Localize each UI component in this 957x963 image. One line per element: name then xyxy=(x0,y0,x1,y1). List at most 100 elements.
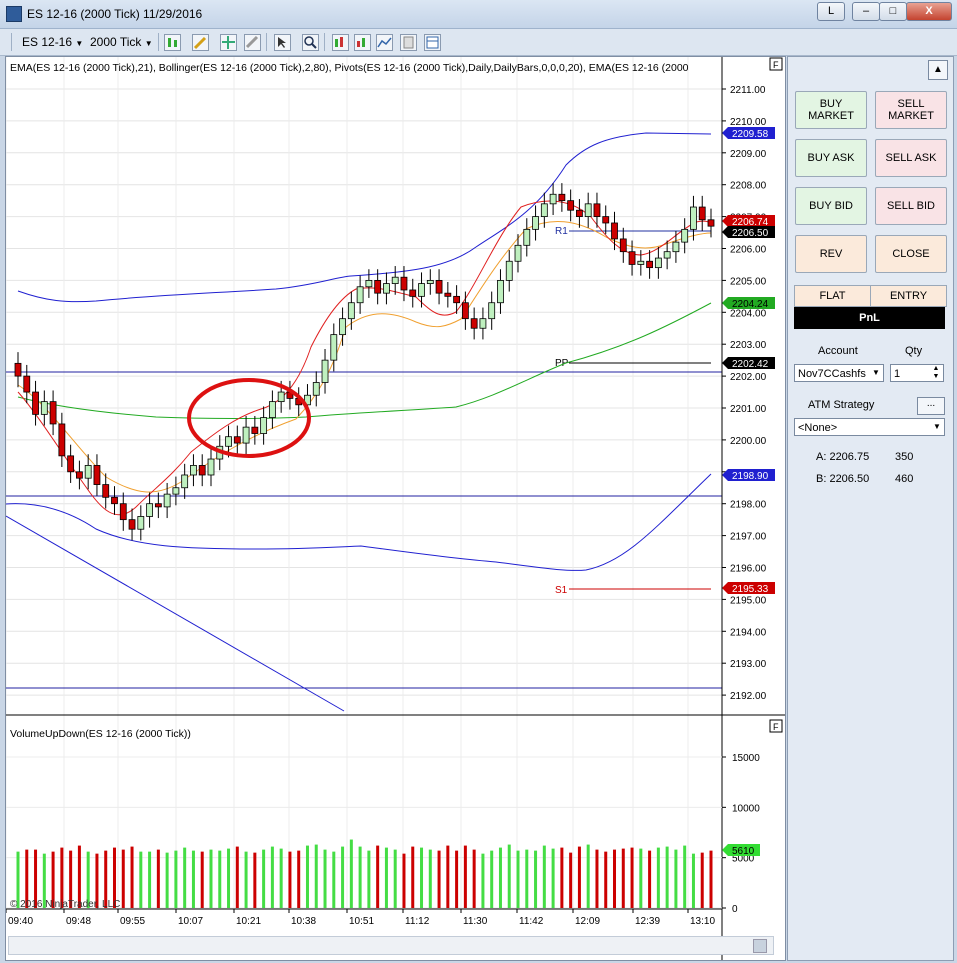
candle-body xyxy=(470,318,478,329)
volume-bar xyxy=(551,848,555,908)
buy-bid-button[interactable]: BUY BID xyxy=(795,187,867,225)
candle-body xyxy=(637,260,645,265)
candle-body xyxy=(84,465,92,479)
volume-bar xyxy=(358,846,362,908)
volume-bar xyxy=(525,849,529,908)
candle-body xyxy=(646,260,653,269)
chart-area[interactable]: 2211.002210.002209.002208.002207.002206.… xyxy=(5,56,786,961)
candle-body xyxy=(453,295,461,304)
toolbar-grip xyxy=(11,33,12,51)
candle-body xyxy=(356,286,364,304)
price-marker-upper-band: 2209.58 xyxy=(722,127,775,140)
indicators-icon[interactable] xyxy=(332,34,349,51)
candle-body xyxy=(505,260,513,281)
toolbar-separator xyxy=(266,33,267,51)
volume-bar xyxy=(367,850,371,908)
volume-tick-label: 0 xyxy=(732,904,738,915)
buy-ask-button[interactable]: BUY ASK xyxy=(795,139,867,177)
candle-body xyxy=(435,279,443,294)
panel-options-button[interactable]: F xyxy=(769,57,783,71)
price-tick-label: 2201.00 xyxy=(730,404,767,415)
volume-bar xyxy=(428,849,432,908)
volume-indicator-label: VolumeUpDown(ES 12-16 (2000 Tick)) xyxy=(10,728,191,740)
time-tick-label: 11:30 xyxy=(463,916,488,927)
quantity-stepper[interactable]: 1 ▲ ▼ xyxy=(890,364,944,382)
svg-text:5610: 5610 xyxy=(732,846,755,857)
data-box-icon[interactable] xyxy=(400,34,417,51)
candle-body xyxy=(67,455,75,473)
crosshair-icon[interactable] xyxy=(220,34,237,51)
volume-bar xyxy=(349,839,353,908)
candle-body xyxy=(32,391,39,415)
period-selector[interactable]: 2000 Tick ▼ xyxy=(90,33,153,51)
position-header: FLAT ENTRY xyxy=(794,285,947,307)
candle-body xyxy=(400,276,408,291)
candle-body xyxy=(76,471,83,479)
sell-bid-button[interactable]: SELL BID xyxy=(875,187,947,225)
volume-bar xyxy=(560,847,564,908)
candle-body xyxy=(49,401,57,425)
pnl-display: PnL xyxy=(794,307,945,329)
collapse-panel-button[interactable]: ▲ xyxy=(928,60,948,80)
chart-trader-icon[interactable] xyxy=(424,34,441,51)
candle-body xyxy=(532,216,539,230)
bar-style-icon[interactable] xyxy=(164,34,181,51)
volume-bar xyxy=(411,846,415,908)
atm-strategy-options-button[interactable]: ... xyxy=(917,397,945,415)
chart-properties-icon[interactable] xyxy=(376,34,393,51)
volume-bar-series xyxy=(16,839,713,908)
time-tick-label: 12:39 xyxy=(635,916,660,927)
horizontal-scrollbar[interactable] xyxy=(8,936,774,955)
sell-market-button[interactable]: SELL MARKET xyxy=(875,91,947,129)
position-flat-label: FLAT xyxy=(795,286,871,306)
candle-body xyxy=(461,302,469,320)
svg-text:2202.42: 2202.42 xyxy=(732,359,769,370)
reverse-button[interactable]: REV xyxy=(795,235,867,273)
pointer-icon[interactable] xyxy=(274,34,291,51)
close-position-button[interactable]: CLOSE xyxy=(875,235,947,273)
volume-bar xyxy=(297,850,301,908)
zoom-icon[interactable] xyxy=(302,34,319,51)
trend-line[interactable] xyxy=(6,515,345,712)
maximize-button[interactable]: □ xyxy=(879,2,907,21)
minimize-button[interactable]: – xyxy=(852,2,880,21)
eraser-icon[interactable] xyxy=(244,34,261,51)
account-select[interactable]: Nov7CCashfs ▼ xyxy=(794,364,884,382)
svg-text:2206.50: 2206.50 xyxy=(732,228,769,239)
strategies-icon[interactable] xyxy=(354,34,371,51)
candle-body xyxy=(119,503,127,521)
sell-ask-button[interactable]: SELL ASK xyxy=(875,139,947,177)
chart-grid xyxy=(6,57,722,909)
drawing-pencil-icon[interactable] xyxy=(192,34,209,51)
candle-body xyxy=(611,222,618,240)
candle-body xyxy=(146,503,153,517)
volume-bar xyxy=(376,845,380,908)
scrollbar-thumb[interactable] xyxy=(753,939,767,953)
volume-bar xyxy=(490,850,494,908)
link-button[interactable]: L xyxy=(817,2,845,21)
instrument-selector[interactable]: ES 12-16 ▼ xyxy=(22,33,83,51)
candle-body xyxy=(58,423,66,457)
volume-bar xyxy=(613,849,617,908)
atm-strategy-select[interactable]: <None> ▼ xyxy=(794,418,945,436)
volume-bar xyxy=(577,846,581,908)
pivot-r1-label: R1 xyxy=(555,226,568,237)
close-window-button[interactable]: X xyxy=(906,2,952,21)
chart-canvas[interactable]: 2211.002210.002209.002208.002207.002206.… xyxy=(6,57,785,960)
title-bar: ES 12-16 (2000 Tick) 11/29/2016 L – □ X xyxy=(0,0,957,29)
time-axis: 09:40 09:48 09:55 10:07 10:21 10:38 10:51 11:12… xyxy=(6,909,715,927)
window-title: ES 12-16 (2000 Tick) 11/29/2016 xyxy=(27,7,203,21)
candle-body xyxy=(172,487,180,495)
chevron-down-icon: ▼ xyxy=(933,422,941,431)
price-marker-ema: 2204.24 xyxy=(722,297,775,310)
position-entry-label: ENTRY xyxy=(889,290,928,302)
buy-market-button[interactable]: BUY MARKET xyxy=(795,91,867,129)
stepper-arrows-icon[interactable]: ▲ ▼ xyxy=(929,365,943,381)
candle-body xyxy=(137,516,145,530)
bollinger-lower xyxy=(6,473,712,571)
volume-panel-options-button[interactable]: F xyxy=(769,719,783,733)
candle-body xyxy=(312,382,320,396)
candle-body xyxy=(154,503,162,508)
candle-body xyxy=(418,283,425,297)
candle-body xyxy=(198,465,206,476)
